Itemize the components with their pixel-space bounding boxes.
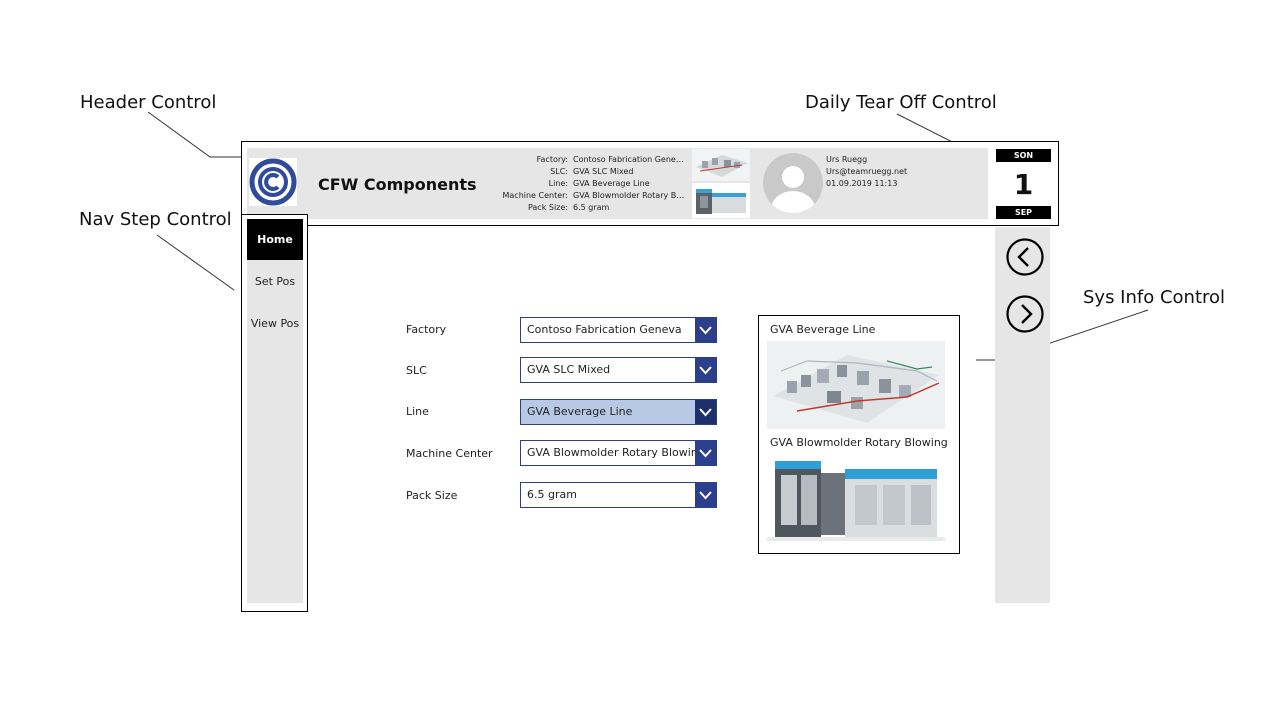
user-email: Urs@teamruegg.net — [826, 167, 908, 176]
next-button[interactable] — [1005, 294, 1045, 334]
factory-dropdown[interactable]: Contoso Fabrication Geneva — [520, 317, 717, 343]
line-label: Line — [406, 405, 429, 418]
app-title: CFW Components — [318, 175, 477, 194]
chevron-down-icon — [695, 441, 716, 465]
nav-item-set-pos[interactable]: Set Pos — [247, 261, 303, 302]
machine-center-dropdown[interactable]: GVA Blowmolder Rotary Blowing Sy — [520, 440, 717, 466]
prev-button[interactable] — [1005, 237, 1045, 277]
nav-item-view-pos[interactable]: View Pos — [247, 303, 303, 344]
user-datetime: 01.09.2019 11:13 — [826, 179, 898, 188]
chevron-down-icon — [695, 318, 716, 342]
beverage-line-image — [767, 341, 945, 429]
tear-off-day: 1 — [1013, 168, 1034, 201]
machine-center-label: Machine Center — [406, 447, 493, 460]
tear-off-weekday: SON — [996, 149, 1051, 162]
factory-dropdown-value: Contoso Fabrication Geneva — [527, 323, 682, 336]
line-dropdown[interactable]: GVA Beverage Line — [520, 399, 717, 425]
user-avatar-icon[interactable] — [763, 153, 823, 213]
sys-info-line-title: GVA Beverage Line — [770, 323, 876, 336]
info-value-factory: Contoso Fabrication Geneva — [573, 155, 685, 164]
nav-item-home[interactable]: Home — [247, 219, 303, 260]
blowmolder-machine-image — [767, 455, 945, 543]
chevron-left-circle-icon — [1006, 238, 1044, 276]
pack-size-dropdown[interactable]: 6.5 gram — [520, 482, 717, 508]
info-value-slc: GVA SLC Mixed — [573, 167, 634, 176]
machine-center-dropdown-value: GVA Blowmolder Rotary Blowing Sy — [527, 446, 695, 459]
slc-dropdown-value: GVA SLC Mixed — [527, 363, 611, 376]
user-name: Urs Ruegg — [826, 155, 868, 164]
tear-off-month: SEP — [996, 206, 1051, 219]
factory-label: Factory — [406, 323, 447, 336]
info-label-pack-size: Pack Size: — [527, 203, 568, 212]
sys-info-machine-title: GVA Blowmolder Rotary Blowing S... — [770, 436, 950, 449]
chevron-down-icon — [695, 400, 716, 424]
company-logo-icon — [249, 158, 297, 206]
user-info: Urs Ruegg Urs@teamruegg.net 01.09.2019 1… — [826, 154, 907, 190]
chevron-right-circle-icon — [1006, 295, 1044, 333]
slc-label: SLC — [406, 364, 427, 377]
line-dropdown-value: GVA Beverage Line — [527, 405, 633, 418]
info-label-machine-center: Machine Center: — [502, 191, 568, 200]
header-info-values: Contoso Fabrication Geneva GVA SLC Mixed… — [573, 154, 685, 214]
info-label-line: Line: — [548, 179, 568, 188]
pack-size-dropdown-value: 6.5 gram — [527, 488, 577, 501]
info-label-slc: SLC: — [550, 167, 568, 176]
chevron-down-icon — [695, 483, 716, 507]
pack-size-label: Pack Size — [406, 489, 458, 502]
info-value-machine-center: GVA Blowmolder Rotary Blo... — [573, 191, 685, 200]
slc-dropdown[interactable]: GVA SLC Mixed — [520, 357, 717, 383]
header-info-labels: Factory: SLC: Line: Machine Center: Pack… — [480, 154, 568, 214]
line-thumbnail — [692, 149, 750, 181]
info-value-line: GVA Beverage Line — [573, 179, 650, 188]
info-value-pack-size: 6.5 gram — [573, 203, 610, 212]
daily-tear-off-control: SON 1 SEP — [989, 141, 1059, 226]
machine-thumbnail — [692, 183, 750, 218]
chevron-down-icon — [695, 358, 716, 382]
right-nav-rail — [995, 227, 1050, 603]
info-label-factory: Factory: — [536, 155, 568, 164]
